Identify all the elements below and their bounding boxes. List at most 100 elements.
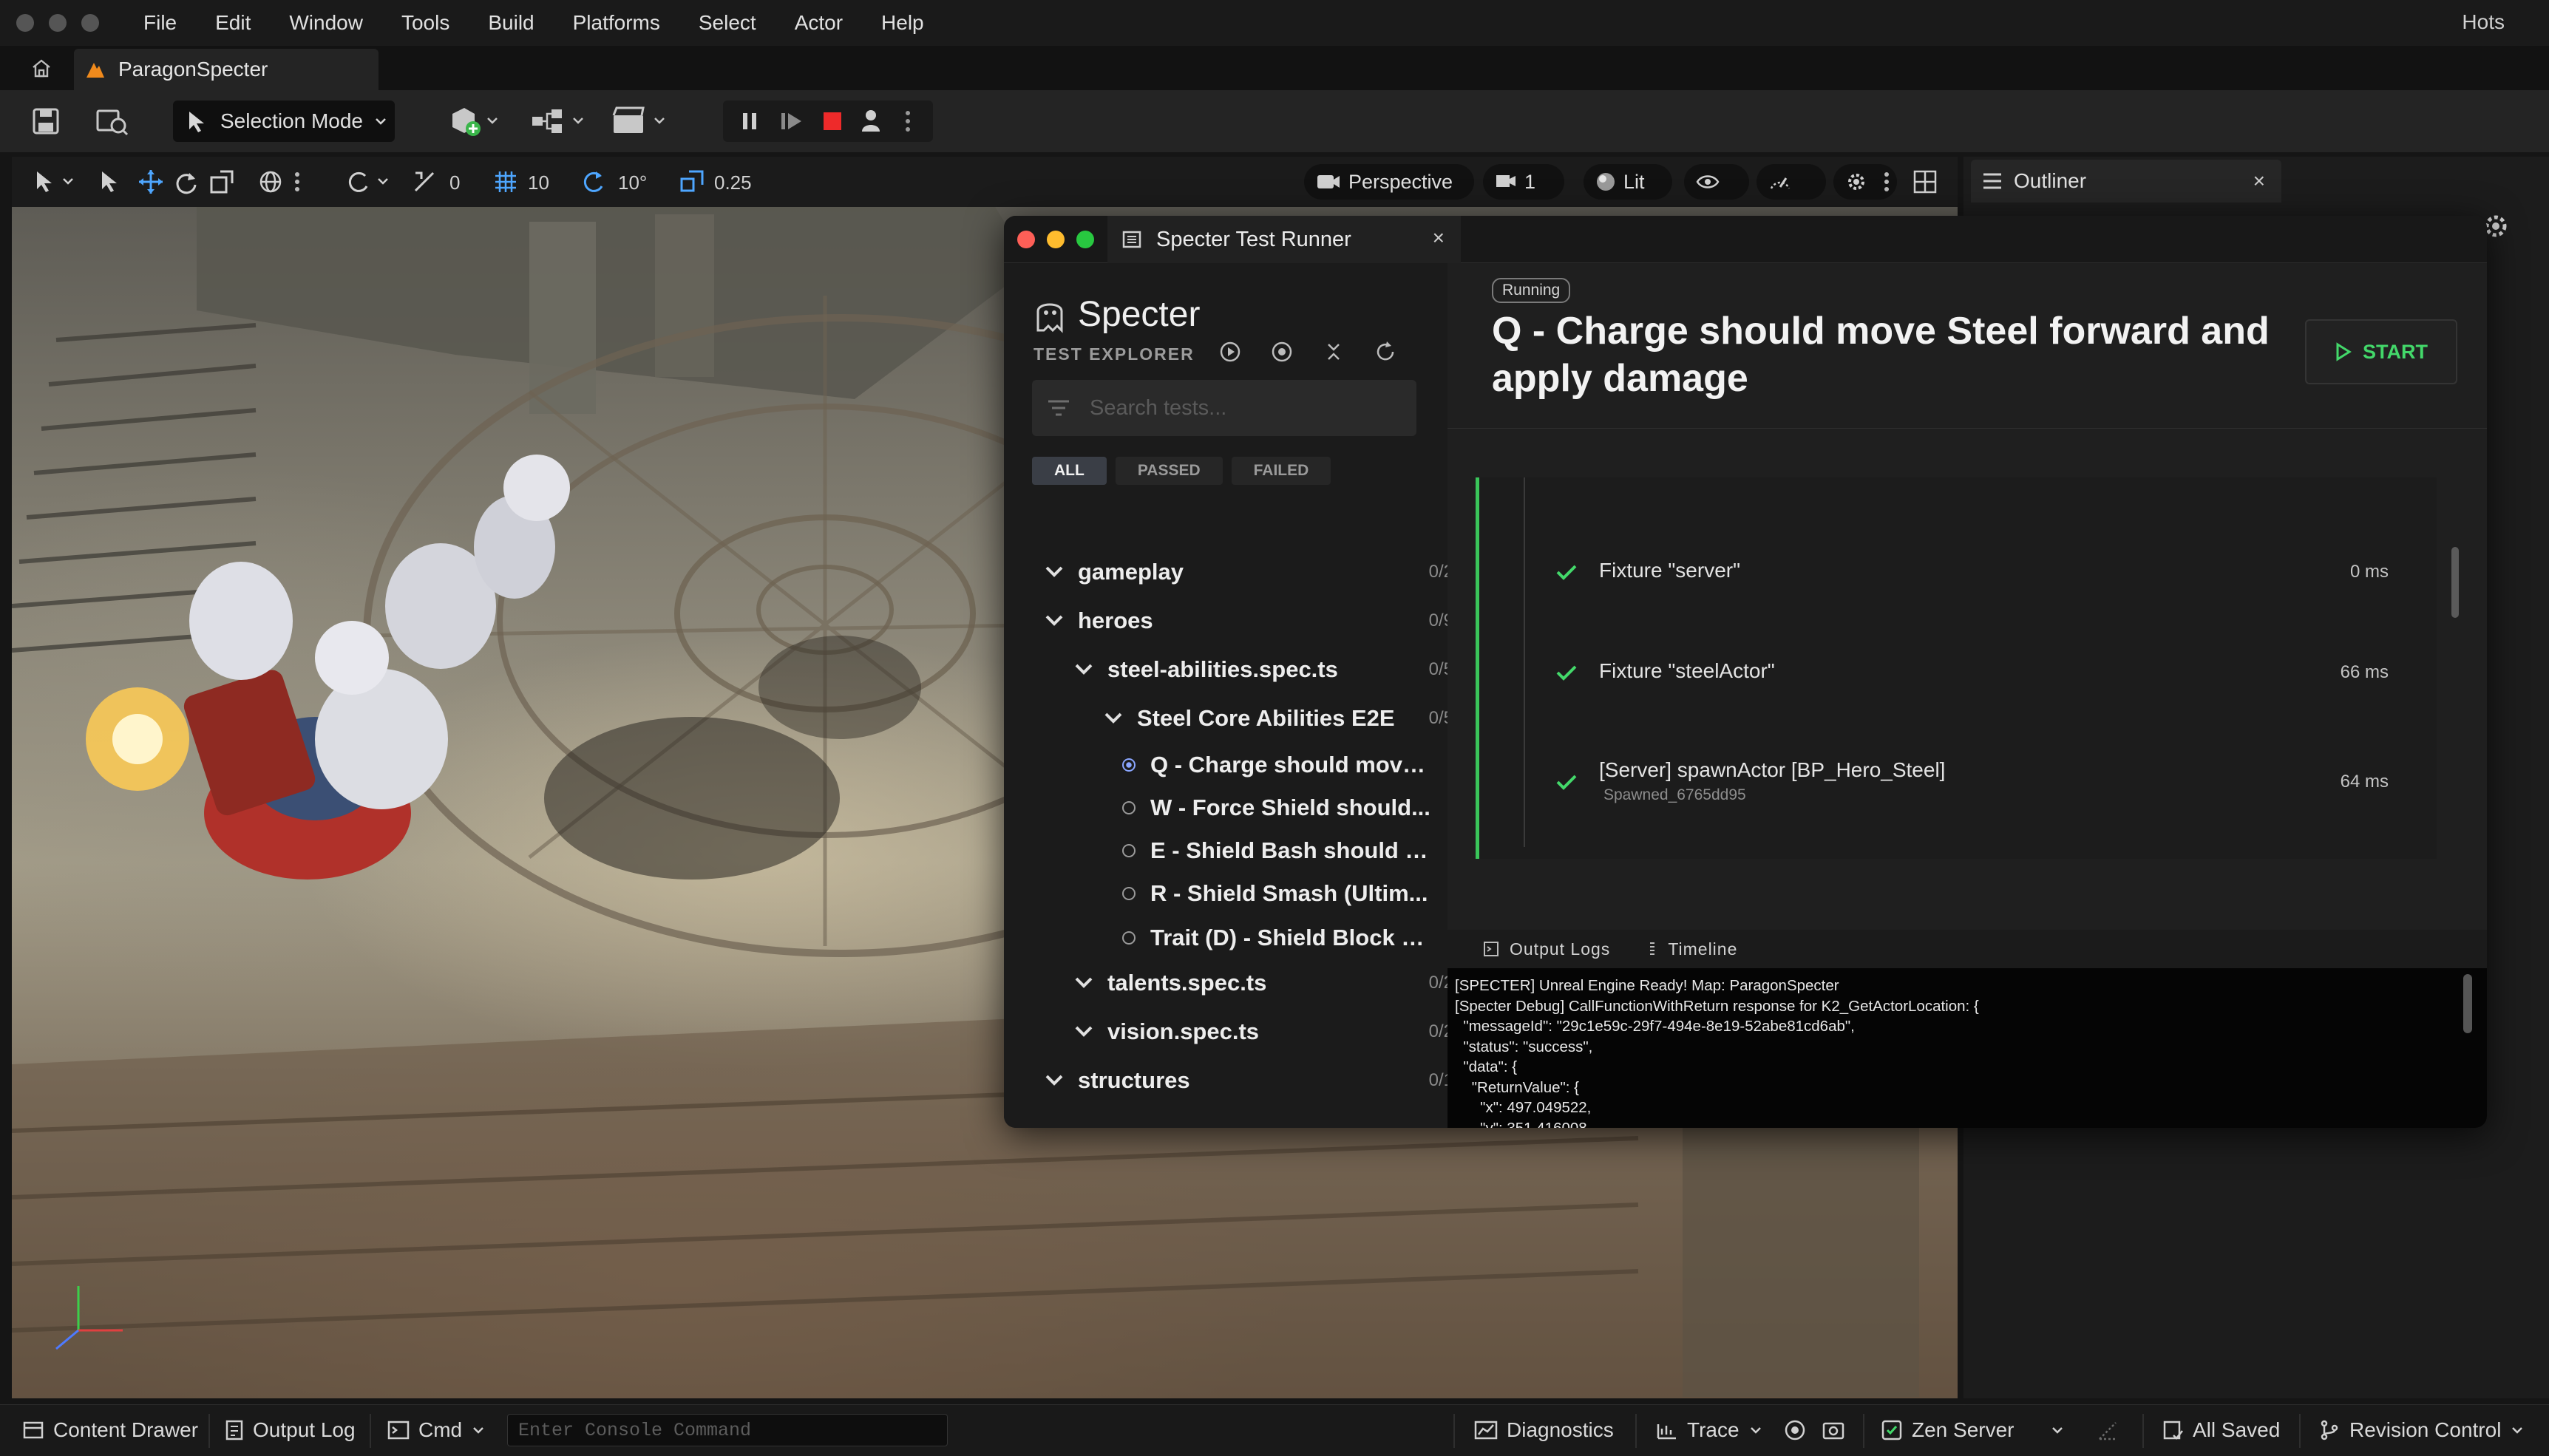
step-row[interactable]: [Server] spawnActor [BP_Hero_Steel] Spaw… [1553,758,2389,804]
maximize-window-button[interactable] [81,14,99,32]
cmd-dropdown[interactable]: Cmd [387,1418,486,1442]
menu-actor[interactable]: Actor [795,11,843,35]
cinematics-icon[interactable] [606,101,673,142]
more-icon[interactable] [293,169,302,195]
viewport-layout-icon [1496,175,1516,187]
test-item-q-charge[interactable]: Q - Charge should move... [1122,744,1433,786]
more-options-icon[interactable] [903,109,912,133]
trace-dropdown[interactable]: Trace [1656,1418,1763,1442]
tree-node-steel-core-abilities[interactable]: Steel Core Abilities E2E 0/5 [1099,696,1453,741]
specter-tab-close-icon[interactable]: × [1433,226,1445,250]
tree-node-label: talents.spec.ts [1107,970,1267,996]
angle-snap-icon[interactable] [580,169,606,195]
world-space-icon[interactable] [257,169,284,195]
specter-tab[interactable]: Specter Test Runner × [1107,216,1461,263]
start-button[interactable]: START [2305,319,2457,384]
filter-failed[interactable]: FAILED [1231,457,1331,485]
menu-build[interactable]: Build [488,11,534,35]
scale-snap-icon[interactable] [679,169,705,195]
specter-minimize-button[interactable] [1047,231,1065,248]
rotate-snap-value[interactable]: 0 [449,171,460,194]
save-icon[interactable] [28,101,64,142]
screenshot-icon[interactable] [1822,1418,1845,1442]
collapse-all-icon[interactable] [1322,340,1345,364]
grid-snap-icon[interactable] [492,169,519,195]
tab-timeline[interactable]: Timeline [1647,939,1737,959]
transform-tools-icon[interactable] [31,167,83,197]
menu-right-label[interactable]: Hots [2462,10,2505,34]
view-mode-dropdown[interactable]: Perspective [1304,164,1474,200]
show-flags-dropdown[interactable] [1684,164,1749,200]
record-icon[interactable] [1783,1418,1807,1442]
rotate-tool-icon[interactable] [173,169,200,195]
test-item-e-shield-bash[interactable]: E - Shield Bash should a... [1122,829,1433,872]
refresh-icon[interactable] [1374,340,1397,364]
minimize-window-button[interactable] [49,14,67,32]
tab-output-logs[interactable]: Output Logs [1483,939,1610,959]
log-scrollbar[interactable] [2463,974,2472,1033]
revision-control-dropdown[interactable]: Revision Control [2318,1418,2525,1442]
menu-select[interactable]: Select [699,11,756,35]
tree-node-gameplay[interactable]: gameplay 0/2 [1039,550,1453,594]
viewport-more-icon[interactable] [1882,169,1891,195]
steps-scrollbar[interactable] [2451,547,2459,618]
filter-passed[interactable]: PASSED [1115,457,1223,485]
menu-tools[interactable]: Tools [401,11,449,35]
filter-all[interactable]: ALL [1032,457,1107,485]
source-control-icon[interactable] [2097,1420,2119,1442]
scale-tool-icon[interactable] [208,169,235,195]
possess-eject-icon[interactable] [858,108,884,135]
tree-node-vision-spec[interactable]: vision.spec.ts 0/2 [1069,1010,1453,1054]
camera-count-dropdown[interactable]: 1 [1483,164,1564,200]
menu-window[interactable]: Window [289,11,363,35]
angle-snap-value[interactable]: 10° [618,171,647,194]
grid-snap-value[interactable]: 10 [528,171,549,194]
specter-maximize-button[interactable] [1076,231,1094,248]
scale-snap-value[interactable]: 0.25 [714,171,752,194]
blueprint-icon[interactable] [525,101,591,142]
project-tab[interactable]: ParagonSpecter [74,49,379,90]
stop-icon[interactable] [822,111,843,132]
menu-file[interactable]: File [143,11,177,35]
menu-edit[interactable]: Edit [215,11,251,35]
output-log-button[interactable]: Output Log [225,1418,356,1442]
save-status[interactable]: All Saved [2162,1418,2280,1442]
test-search-input[interactable] [1090,395,1385,421]
content-drawer-button[interactable]: Content Drawer [22,1418,198,1442]
step-frame-icon[interactable] [779,111,804,132]
home-icon[interactable] [30,56,53,80]
pause-icon[interactable] [739,111,760,132]
watch-icon[interactable] [1270,340,1294,364]
rotate-snap-icon[interactable] [411,169,438,195]
test-search-box[interactable] [1032,380,1416,436]
tree-node-structures[interactable]: structures 0/1 [1039,1058,1453,1103]
outliner-tab[interactable]: Outliner × [1971,160,2281,203]
select-tool-icon[interactable] [96,169,121,195]
add-actor-icon[interactable] [445,101,504,142]
lighting-dropdown[interactable]: Lit [1584,164,1672,200]
test-item-trait-shield-block[interactable]: Trait (D) - Shield Block s... [1122,916,1433,959]
console-command-input[interactable] [507,1414,948,1446]
move-tool-icon[interactable] [138,169,164,195]
layout-grid-icon[interactable] [1912,169,1938,195]
test-item-r-shield-smash[interactable]: R - Shield Smash (Ultim... [1122,872,1433,915]
step-row[interactable]: Fixture "steelActor" 66 ms [1553,659,2389,686]
outliner-close-icon[interactable]: × [2253,169,2265,193]
diagnostics-button[interactable]: Diagnostics [1474,1418,1614,1442]
tree-node-talents-spec[interactable]: talents.spec.ts 0/2 [1069,961,1453,1005]
content-browser-icon[interactable] [92,101,132,142]
output-log-console[interactable]: [SPECTER] Unreal Engine Ready! Map: Para… [1447,968,2487,1128]
performance-dropdown[interactable] [1757,164,1826,200]
tree-node-steel-abilities-spec[interactable]: steel-abilities.spec.ts 0/5 [1069,647,1453,692]
test-item-w-force-shield[interactable]: W - Force Shield should... [1122,786,1433,829]
menu-help[interactable]: Help [881,11,924,35]
close-window-button[interactable] [16,14,34,32]
tree-node-heroes[interactable]: heroes 0/9 [1039,599,1453,643]
run-all-icon[interactable] [1218,340,1242,364]
step-row[interactable]: Fixture "server" 0 ms [1553,559,2389,585]
specter-close-button[interactable] [1017,231,1035,248]
menu-platforms[interactable]: Platforms [573,11,660,35]
zen-server-dropdown[interactable]: Zen Server [1881,1418,2065,1442]
selection-mode-dropdown[interactable]: Selection Mode [173,101,395,142]
surface-snapping-icon[interactable] [344,169,398,195]
